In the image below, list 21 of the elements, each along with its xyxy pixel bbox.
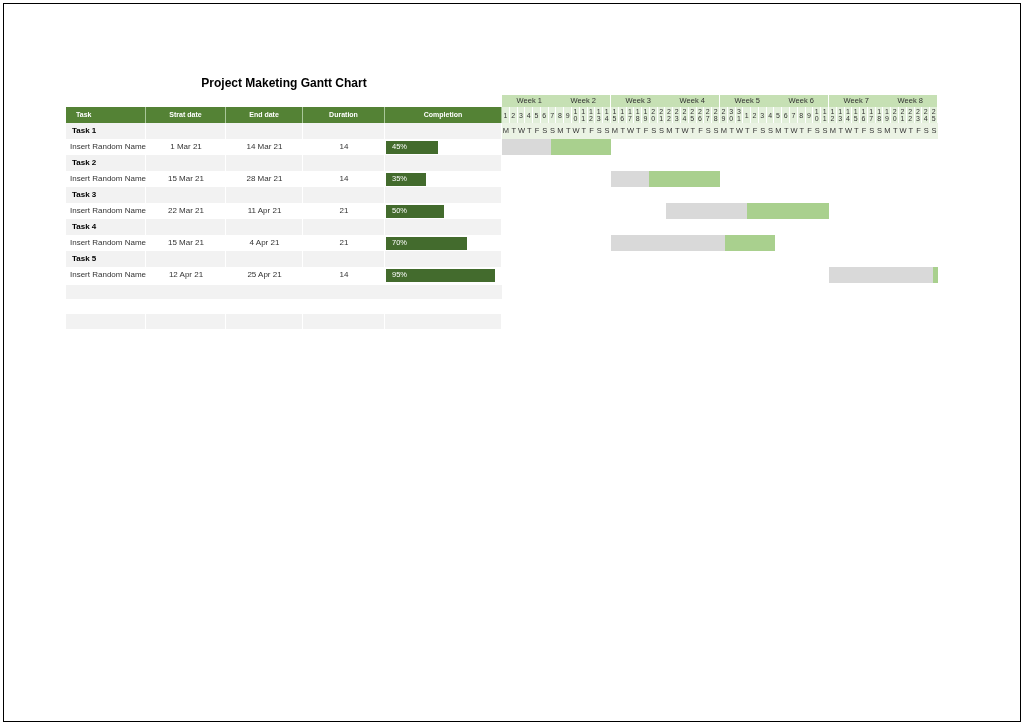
table-cell-text: 14 Mar 21 [245,141,284,153]
table-cell-text: Insert Random Name [69,205,146,217]
table-cell-text: 22 Mar 21 [167,205,205,217]
chart-title: Project Maketing Gantt Chart [201,75,367,92]
table-cell-text: Insert Random Name [69,173,146,185]
table-cell-text: Insert Random Name [69,237,146,249]
table-cell-text: 21 [338,205,350,217]
table-cell-text: 15 Mar 21 [167,237,205,249]
table-cell-text: Insert Random Name [69,269,146,281]
table-cell-text: 12 Apr 21 [167,269,205,281]
table-cell-text: 14 [338,141,350,153]
table-cell-text: 1 Mar 21 [169,141,203,153]
table-cell-text: 4 Apr 21 [248,237,281,249]
table-cell-text: 25 Apr 21 [246,269,283,281]
table-cell-text: 15 Mar 21 [167,173,205,185]
table-cell-text: Insert Random Name [69,141,146,153]
table-cell-text: 14 [338,173,350,185]
table-cell-text: 21 [338,237,350,249]
table-cell-text: 14 [338,269,350,281]
table-cell-text: 11 Apr 21 [246,205,283,217]
table-cell-text: 28 Mar 21 [245,173,284,185]
